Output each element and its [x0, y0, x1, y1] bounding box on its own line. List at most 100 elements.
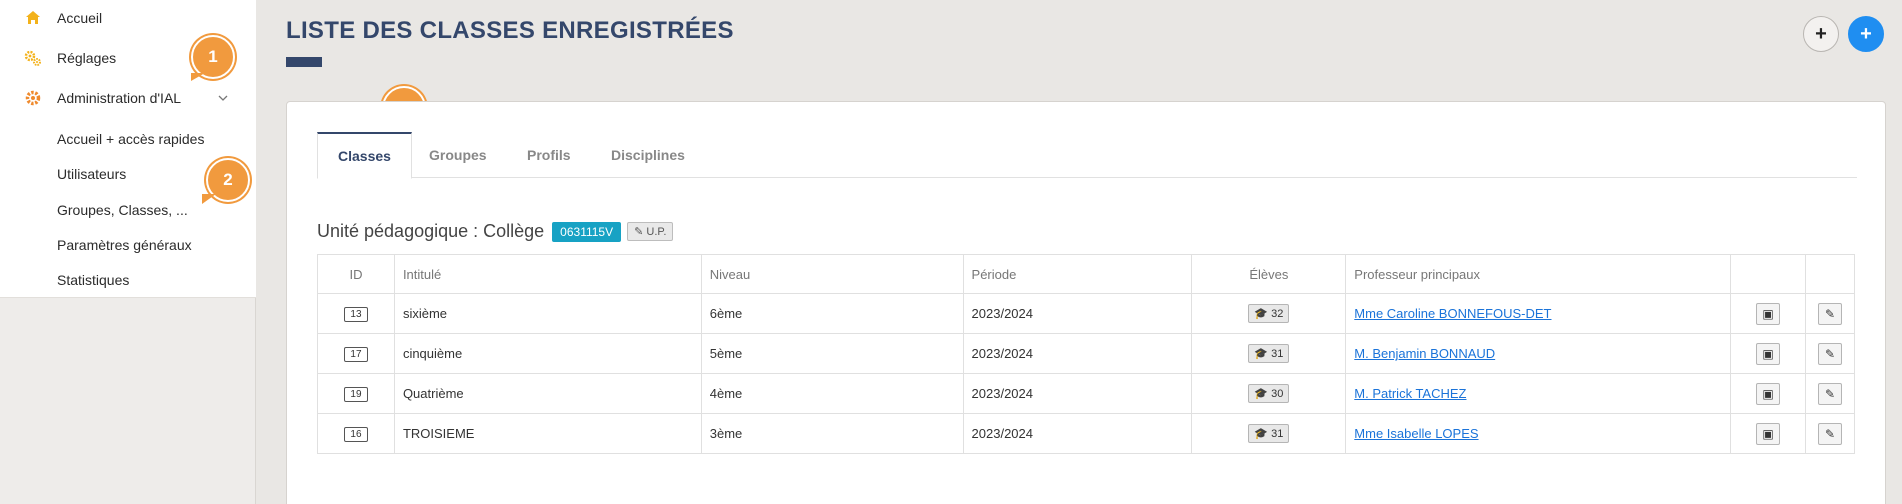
home-icon — [24, 9, 42, 27]
prof-link[interactable]: M. Benjamin BONNAUD — [1354, 346, 1495, 361]
tab-disciplines[interactable]: Disciplines — [611, 132, 685, 178]
sidebar-item-label: Accueil — [57, 10, 103, 26]
sidebar-item-label: Réglages — [57, 50, 117, 66]
sidebar-item-administration[interactable]: Administration d'IAL — [0, 80, 256, 116]
row-periode: 2023/2024 — [962, 333, 1193, 374]
unit-code-badge: 0631115V — [552, 221, 622, 242]
callout-marker-1: 1 — [191, 35, 235, 81]
unit-edit-button[interactable]: ✎ U.P. — [627, 222, 674, 241]
edit-button[interactable]: ✎ — [1817, 342, 1842, 365]
row-intitule: cinquième — [393, 333, 702, 374]
pencil-icon: ✎ — [1824, 386, 1836, 401]
row-eleves-cell: 🎓 31 — [1191, 333, 1347, 374]
tab-bar: Classes Groupes Profils Disciplines — [317, 132, 1857, 179]
column-header-eleves: Élèves — [1191, 254, 1347, 294]
board-button[interactable]: ▣ — [1755, 422, 1780, 445]
prof-link[interactable]: M. Patrick TACHEZ — [1354, 386, 1466, 401]
column-header-id: ID — [317, 254, 395, 294]
pencil-icon: ✎ — [1824, 346, 1836, 361]
eleves-count: 32 — [1271, 308, 1284, 320]
eleves-badge[interactable]: 🎓 31 — [1248, 424, 1290, 443]
table-row: 13 sixième 6ème 2023/2024 🎓 32 Mme Carol… — [317, 293, 1856, 334]
column-header-actions-2 — [1804, 254, 1856, 294]
edit-button[interactable]: ✎ — [1817, 302, 1842, 325]
id-badge: 16 — [344, 427, 368, 442]
row-board-cell: ▣ — [1730, 333, 1806, 374]
column-header-periode: Période — [962, 254, 1193, 294]
row-edit-cell: ✎ — [1804, 293, 1856, 334]
unit-line: Unité pédagogique : Collège 0631115V ✎ U… — [317, 221, 674, 242]
subitem-groupes-classes[interactable]: Groupes, Classes, ... — [57, 202, 188, 218]
subitem-accueil-acces-rapides[interactable]: Accueil + accès rapides — [57, 131, 204, 147]
row-periode: 2023/2024 — [962, 413, 1193, 454]
row-prof-cell: M. Benjamin BONNAUD — [1345, 333, 1732, 374]
sidebar-item-label: Administration d'IAL — [57, 90, 182, 106]
column-header-intitule: Intitulé — [393, 254, 702, 294]
eleves-badge[interactable]: 🎓 30 — [1248, 384, 1290, 403]
unit-edit-label: U.P. — [646, 226, 667, 238]
row-eleves-cell: 🎓 31 — [1191, 413, 1347, 454]
tab-profils[interactable]: Profils — [527, 132, 571, 178]
row-niveau: 3ème — [700, 413, 964, 454]
column-header-professeur: Professeur principaux — [1345, 254, 1732, 294]
row-id-cell: 16 — [317, 413, 395, 454]
callout-number: 1 — [208, 47, 218, 66]
row-id-cell: 19 — [317, 373, 395, 414]
prof-link[interactable]: Mme Caroline BONNEFOUS-DET — [1354, 306, 1551, 321]
board-icon: ▣ — [1762, 426, 1774, 441]
board-button[interactable]: ▣ — [1755, 342, 1780, 365]
row-board-cell: ▣ — [1730, 413, 1806, 454]
tab-classes[interactable]: Classes — [317, 132, 412, 179]
eleves-badge[interactable]: 🎓 31 — [1248, 344, 1290, 363]
row-id-cell: 13 — [317, 293, 395, 334]
subitem-statistiques[interactable]: Statistiques — [57, 272, 129, 288]
classes-card: Classes Groupes Profils Disciplines Unit… — [286, 101, 1886, 504]
graduation-cap-icon: 🎓 — [1254, 428, 1269, 440]
row-prof-cell: Mme Caroline BONNEFOUS-DET — [1345, 293, 1732, 334]
row-board-cell: ▣ — [1730, 293, 1806, 334]
chevron-down-icon[interactable] — [218, 91, 228, 105]
row-prof-cell: M. Patrick TACHEZ — [1345, 373, 1732, 414]
row-intitule: sixième — [393, 293, 702, 334]
edit-button[interactable]: ✎ — [1817, 422, 1842, 445]
row-intitule: TROISIEME — [393, 413, 702, 454]
board-icon: ▣ — [1762, 386, 1774, 401]
row-edit-cell: ✎ — [1804, 333, 1856, 374]
gears-icon — [24, 49, 42, 67]
add-outline-button[interactable]: + — [1803, 16, 1839, 52]
table-row: 19 Quatrième 4ème 2023/2024 🎓 30 M. Patr… — [317, 373, 1856, 414]
table-header-row: ID Intitulé Niveau Période Élèves Profes… — [317, 254, 1856, 294]
page-title: LISTE DES CLASSES ENREGISTRÉES — [286, 17, 734, 44]
graduation-cap-icon: 🎓 — [1254, 388, 1269, 400]
callout-number: 2 — [223, 170, 233, 189]
subitem-parametres-generaux[interactable]: Paramètres généraux — [57, 237, 192, 253]
row-prof-cell: Mme Isabelle LOPES — [1345, 413, 1732, 454]
subitem-utilisateurs[interactable]: Utilisateurs — [57, 166, 126, 182]
add-primary-button[interactable]: + — [1848, 16, 1884, 52]
id-badge: 19 — [344, 387, 368, 402]
table-row: 16 TROISIEME 3ème 2023/2024 🎓 31 Mme Isa… — [317, 413, 1856, 454]
sidebar-item-accueil[interactable]: Accueil — [0, 0, 256, 36]
id-badge: 17 — [344, 347, 368, 362]
row-niveau: 6ème — [700, 293, 964, 334]
board-button[interactable]: ▣ — [1755, 302, 1780, 325]
eleves-badge[interactable]: 🎓 32 — [1248, 304, 1290, 323]
prof-link[interactable]: Mme Isabelle LOPES — [1354, 426, 1478, 441]
edit-button[interactable]: ✎ — [1817, 382, 1842, 405]
row-eleves-cell: 🎓 30 — [1191, 373, 1347, 414]
row-periode: 2023/2024 — [962, 293, 1193, 334]
board-icon: ▣ — [1762, 346, 1774, 361]
tab-groupes[interactable]: Groupes — [429, 132, 487, 178]
eleves-count: 30 — [1271, 388, 1284, 400]
column-header-niveau: Niveau — [700, 254, 964, 294]
eleves-count: 31 — [1271, 348, 1284, 360]
gear-icon — [24, 89, 42, 107]
row-id-cell: 17 — [317, 333, 395, 374]
row-board-cell: ▣ — [1730, 373, 1806, 414]
row-edit-cell: ✎ — [1804, 373, 1856, 414]
board-button[interactable]: ▣ — [1755, 382, 1780, 405]
board-icon: ▣ — [1762, 306, 1774, 321]
row-intitule: Quatrième — [393, 373, 702, 414]
pencil-icon: ✎ — [1824, 426, 1836, 441]
row-niveau: 4ème — [700, 373, 964, 414]
